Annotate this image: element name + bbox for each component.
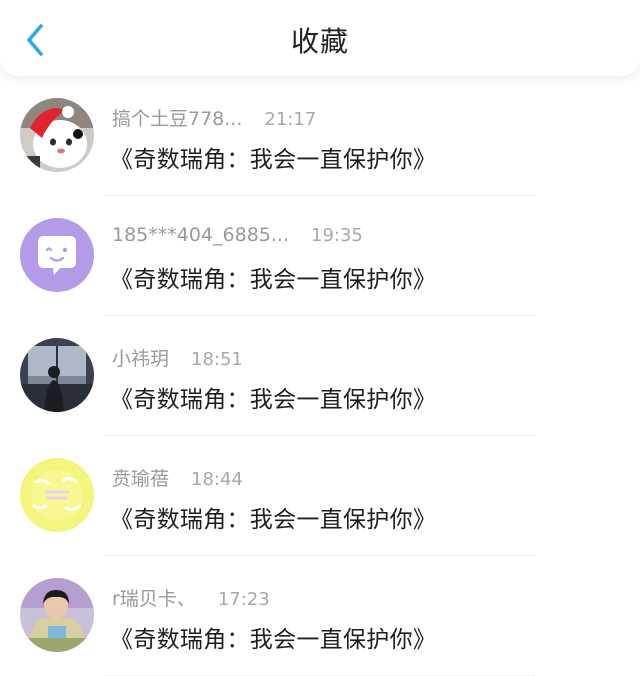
item-meta: 搞个土豆778... 21:17 bbox=[112, 104, 316, 131]
timestamp: 21:17 bbox=[264, 109, 317, 130]
list-item[interactable]: 小祎玥 18:51 《奇数瑞角：我会一直保护你》 bbox=[0, 316, 640, 436]
favorites-list: 搞个土豆778... 21:17 《奇数瑞角：我会一直保护你》 185***404… bbox=[0, 76, 640, 676]
list-item[interactable]: r瑞贝卡、 17:23 《奇数瑞角：我会一直保护你》 bbox=[0, 556, 640, 676]
item-meta: 贲瑜蓓 18:44 bbox=[112, 464, 243, 491]
user-avatar[interactable] bbox=[20, 338, 94, 412]
timestamp: 18:44 bbox=[191, 469, 243, 490]
list-item[interactable]: 搞个土豆778... 21:17 《奇数瑞角：我会一直保护你》 bbox=[0, 76, 640, 196]
girl-photo-avatar bbox=[20, 578, 94, 652]
item-meta: r瑞贝卡、 17:23 bbox=[112, 584, 270, 611]
list-item[interactable]: 185***404_6885... 19:35 《奇数瑞角：我会一直保护你》 bbox=[0, 196, 640, 316]
user-name[interactable]: 贲瑜蓓 bbox=[112, 468, 169, 490]
user-avatar[interactable] bbox=[20, 218, 94, 292]
list-item[interactable]: 贲瑜蓓 18:44 《奇数瑞角：我会一直保护你》 bbox=[0, 436, 640, 556]
page-title: 收藏 bbox=[290, 25, 349, 58]
user-name[interactable]: r瑞贝卡、 bbox=[112, 588, 196, 610]
yellow-sticker-avatar bbox=[20, 458, 94, 532]
user-name[interactable]: 搞个土豆778... bbox=[112, 108, 242, 130]
favorite-title[interactable]: 《奇数瑞角：我会一直保护你》 bbox=[110, 140, 436, 174]
item-meta: 185***404_6885... 19:35 bbox=[112, 224, 363, 246]
favorite-title[interactable]: 《奇数瑞角：我会一直保护你》 bbox=[110, 380, 436, 414]
user-avatar[interactable] bbox=[20, 458, 94, 532]
user-avatar[interactable] bbox=[20, 98, 94, 172]
header-bar: 收藏 bbox=[0, 0, 640, 76]
user-avatar[interactable] bbox=[20, 578, 94, 652]
user-name[interactable]: 小祎玥 bbox=[112, 348, 169, 370]
favorite-title[interactable]: 《奇数瑞角：我会一直保护你》 bbox=[110, 620, 436, 654]
plush-toy-avatar bbox=[20, 98, 94, 172]
favorite-title[interactable]: 《奇数瑞角：我会一直保护你》 bbox=[110, 260, 436, 294]
item-meta: 小祎玥 18:51 bbox=[112, 344, 243, 371]
timestamp: 18:51 bbox=[191, 349, 243, 370]
chat-bubble-default-avatar bbox=[20, 218, 94, 292]
timestamp: 17:23 bbox=[217, 589, 270, 610]
favorite-title[interactable]: 《奇数瑞角：我会一直保护你》 bbox=[110, 500, 436, 534]
timestamp: 19:35 bbox=[311, 225, 363, 246]
window-silhouette-avatar bbox=[20, 338, 94, 412]
user-name[interactable]: 185***404_6885... bbox=[112, 224, 289, 246]
